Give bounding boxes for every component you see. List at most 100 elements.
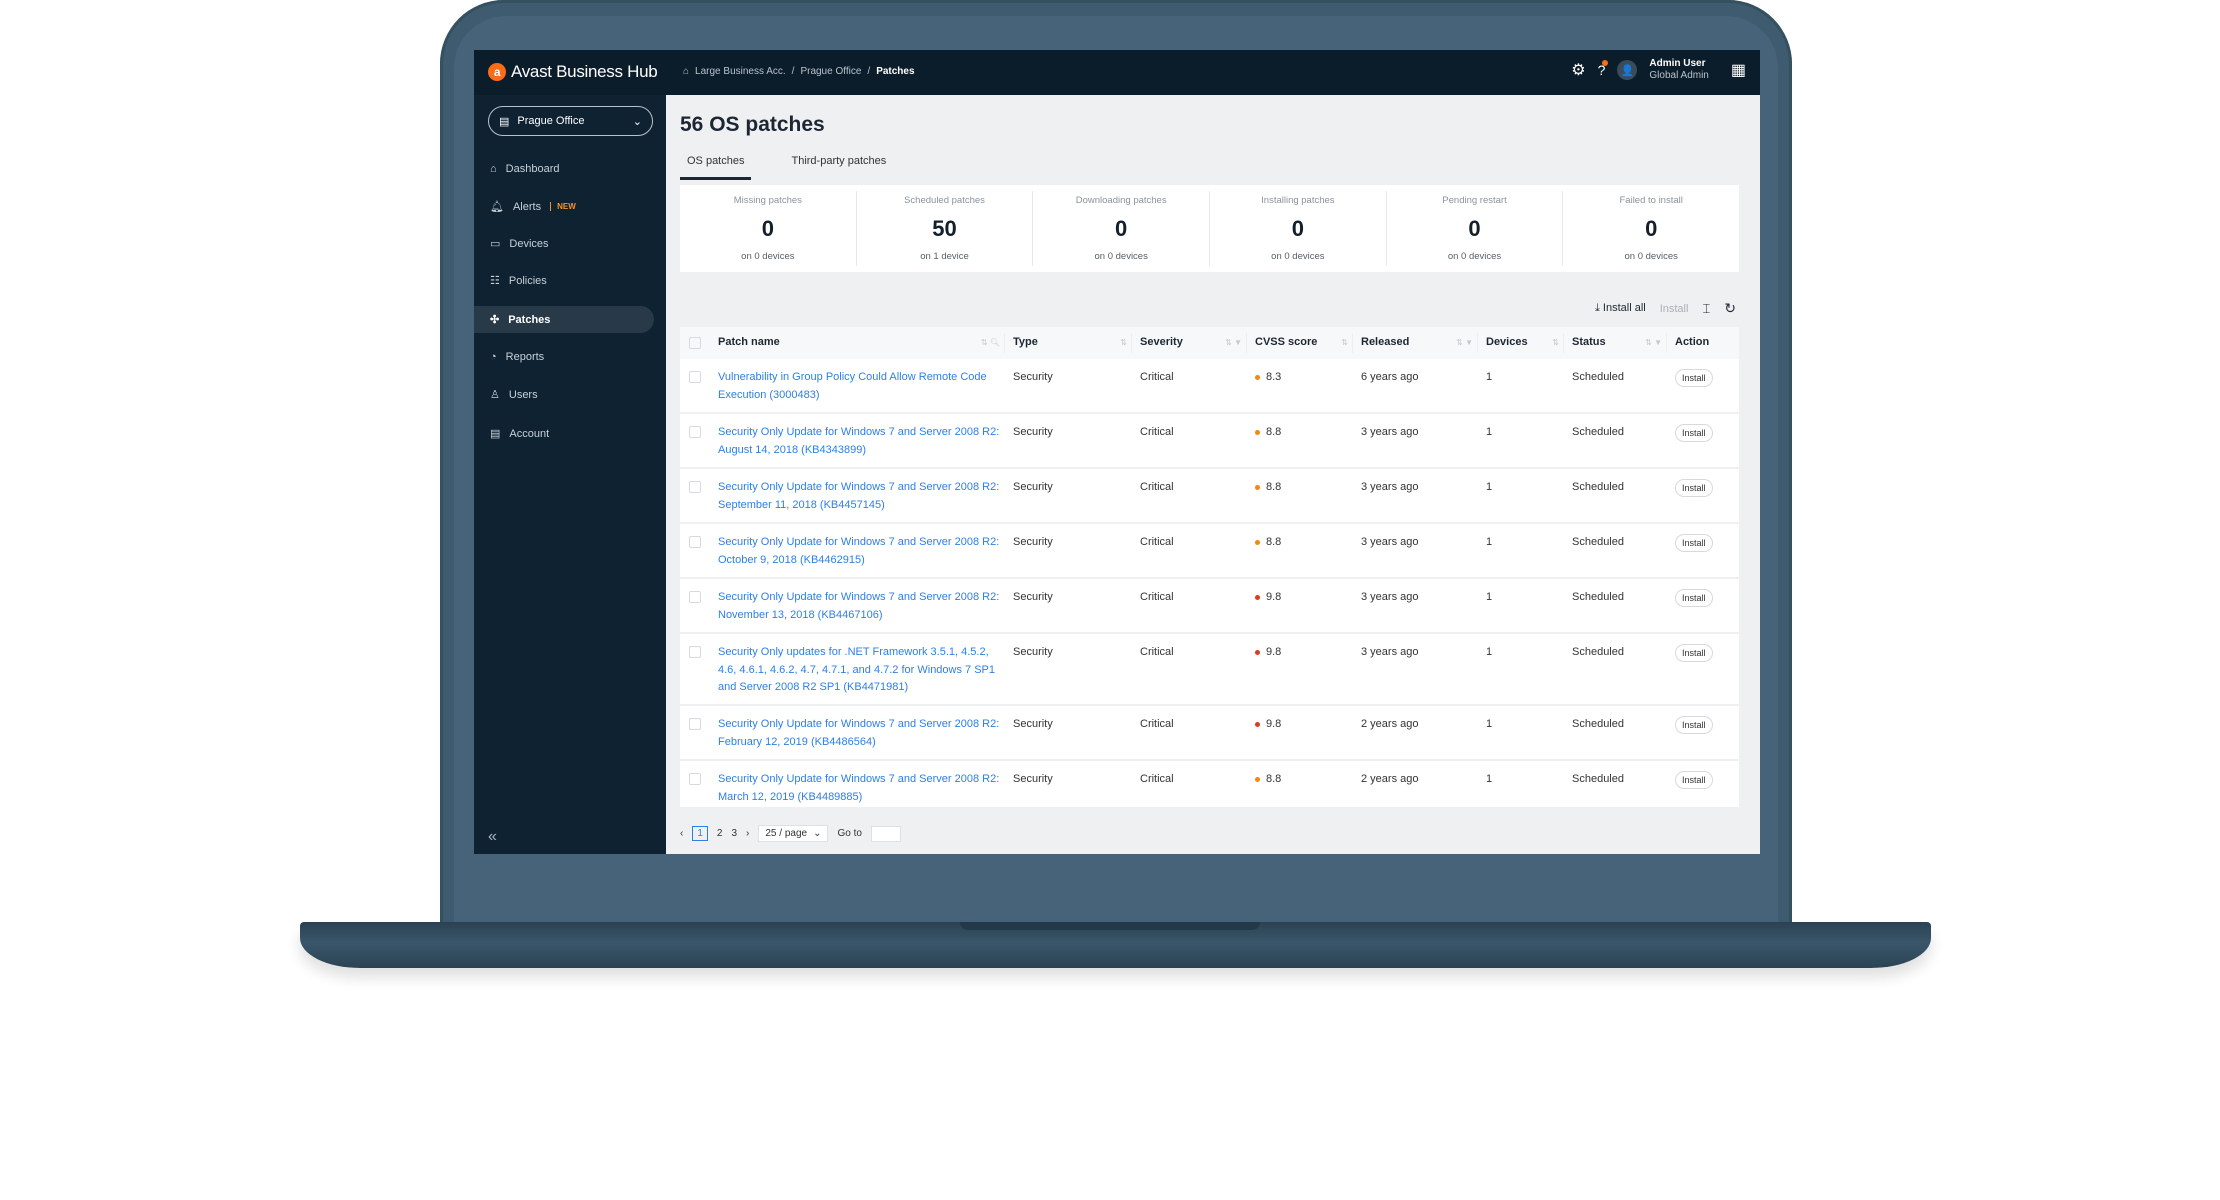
row-checkbox[interactable] bbox=[689, 646, 701, 658]
stat-subtext: on 0 devices bbox=[1624, 251, 1678, 262]
logo[interactable]: a Avast Business Hub bbox=[488, 62, 658, 82]
sidebar-item-dashboard[interactable]: ⌂ Dashboard bbox=[474, 155, 666, 182]
row-checkbox[interactable] bbox=[689, 718, 701, 730]
devices-cell: 1 bbox=[1486, 718, 1493, 730]
page-size-select[interactable]: 25 / page ⌄ bbox=[758, 825, 829, 842]
cvss-dot-icon bbox=[1255, 594, 1260, 600]
sidebar-item-policies[interactable]: ☷ Policies bbox=[474, 267, 666, 294]
row-checkbox[interactable] bbox=[689, 426, 701, 438]
install-button[interactable]: Install bbox=[1675, 534, 1713, 552]
type-cell: Security bbox=[1013, 481, 1053, 493]
switch-building-icon[interactable]: ▦ bbox=[1731, 60, 1746, 80]
column-header-label: Action bbox=[1675, 336, 1710, 349]
help-icon[interactable]: ? bbox=[1598, 60, 1609, 78]
app-name: Avast Business Hub bbox=[511, 62, 658, 81]
select-all-checkbox[interactable] bbox=[689, 337, 701, 349]
sidebar-item-users[interactable]: ♙ Users bbox=[474, 381, 666, 408]
patch-name-link[interactable]: Vulnerability in Group Policy Could Allo… bbox=[718, 369, 1013, 412]
stat-label: Pending restart bbox=[1442, 195, 1507, 206]
sort-filter-icon[interactable]: ⇅ ▼ bbox=[1225, 334, 1242, 352]
gear-icon[interactable]: ⚙ bbox=[1571, 60, 1585, 80]
user-info[interactable]: Admin User Global Admin bbox=[1649, 58, 1708, 82]
column-header[interactable]: Severity ⇅ ▼ bbox=[1140, 333, 1247, 353]
column-header[interactable]: Action bbox=[1675, 333, 1731, 353]
patch-name-link[interactable]: Security Only Update for Windows 7 and S… bbox=[718, 771, 1013, 807]
breadcrumb-location[interactable]: Prague Office bbox=[800, 66, 861, 77]
column-header[interactable]: Released ⇅ ▼ bbox=[1361, 333, 1478, 353]
install-button[interactable]: Install bbox=[1675, 716, 1713, 734]
install-button[interactable]: Install bbox=[1675, 479, 1713, 497]
sort-filter-icon[interactable]: ⇅ ▼ bbox=[1645, 334, 1662, 352]
install-button[interactable]: Install bbox=[1660, 303, 1689, 315]
checkbox-cell bbox=[680, 369, 718, 412]
goto-input[interactable] bbox=[870, 825, 901, 842]
page-3[interactable]: 3 bbox=[731, 828, 737, 839]
sidebar-item-account[interactable]: ▤ Account bbox=[474, 420, 666, 447]
sidebar-item-patches[interactable]: ✣ Patches bbox=[474, 306, 654, 333]
column-header[interactable]: Status ⇅ ▼ bbox=[1572, 333, 1667, 353]
sort-filter-icon[interactable]: ⇅ bbox=[1120, 334, 1127, 352]
column-header[interactable]: Type ⇅ bbox=[1013, 333, 1132, 353]
install-button[interactable]: Install bbox=[1675, 644, 1713, 662]
home-icon[interactable]: ⌂ bbox=[683, 66, 689, 77]
patch-name-link[interactable]: Security Only Update for Windows 7 and S… bbox=[718, 424, 1013, 467]
install-button[interactable]: Install bbox=[1675, 771, 1713, 789]
severity-cell: Critical bbox=[1140, 591, 1174, 603]
sort-filter-icon[interactable]: ⇅ bbox=[1341, 334, 1348, 352]
released-cell: 6 years ago bbox=[1361, 371, 1419, 383]
patch-name-link[interactable]: Security Only updates for .NET Framework… bbox=[718, 644, 1013, 704]
stat-label: Scheduled patches bbox=[904, 195, 985, 206]
row-checkbox[interactable] bbox=[689, 773, 701, 785]
stat-subtext: on 0 devices bbox=[741, 251, 795, 262]
patch-name-link[interactable]: Security Only Update for Windows 7 and S… bbox=[718, 479, 1013, 522]
table-row: Security Only Update for Windows 7 and S… bbox=[680, 414, 1739, 469]
stat-subtext: on 0 devices bbox=[1094, 251, 1148, 262]
row-checkbox[interactable] bbox=[689, 591, 701, 603]
install-button[interactable]: Install bbox=[1675, 589, 1713, 607]
row-checkbox[interactable] bbox=[689, 371, 701, 383]
sort-filter-icon[interactable]: ⇅ bbox=[1552, 334, 1559, 352]
sidebar-item-alerts[interactable]: 🔔︎ Alerts NEW bbox=[474, 193, 666, 220]
prev-page-icon[interactable]: ‹ bbox=[680, 828, 683, 839]
action-cell: Install bbox=[1675, 534, 1739, 577]
sort-filter-icon[interactable]: ⇅ ▼ bbox=[1456, 334, 1473, 352]
sidebar-item-devices[interactable]: ▭ Devices bbox=[474, 230, 666, 257]
collapse-sidebar-icon[interactable]: « bbox=[488, 828, 497, 846]
column-header[interactable]: CVSS score ⇅ bbox=[1255, 333, 1353, 353]
patch-name-link[interactable]: Security Only Update for Windows 7 and S… bbox=[718, 589, 1013, 632]
action-cell: Install bbox=[1675, 424, 1739, 467]
row-checkbox[interactable] bbox=[689, 536, 701, 548]
avatar[interactable]: 👤 bbox=[1617, 60, 1638, 80]
install-all-button[interactable]: ⤓ Install all bbox=[1595, 302, 1646, 315]
patches-table: Patch name ⇅ 🔍︎ Type ⇅ Severity ⇅ ▼ CVSS score… bbox=[680, 327, 1739, 807]
cvss-cell: 8.8 bbox=[1255, 424, 1361, 467]
sort-filter-icon[interactable]: ⇅ 🔍︎ bbox=[981, 334, 1000, 352]
patch-name-link[interactable]: Security Only Update for Windows 7 and S… bbox=[718, 716, 1013, 759]
cvss-score: 8.8 bbox=[1266, 536, 1282, 548]
tab-os-patches[interactable]: OS patches bbox=[680, 155, 752, 180]
sidebar-item-reports[interactable]: ◔ Reports bbox=[474, 343, 666, 370]
stat-label: Failed to install bbox=[1619, 195, 1683, 206]
column-header[interactable]: Patch name ⇅ 🔍︎ bbox=[718, 333, 1005, 353]
install-button[interactable]: Install bbox=[1675, 424, 1713, 442]
action-cell: Install bbox=[1675, 369, 1739, 412]
tab-third-party-patches[interactable]: Third-party patches bbox=[784, 155, 893, 180]
row-height-icon[interactable]: ⌶ bbox=[1702, 301, 1710, 317]
install-button[interactable]: Install bbox=[1675, 369, 1713, 387]
action-cell: Install bbox=[1675, 589, 1739, 632]
refresh-icon[interactable]: ↻ bbox=[1724, 300, 1736, 317]
severity-cell: Critical bbox=[1140, 773, 1174, 785]
avast-logo-icon: a bbox=[488, 63, 506, 81]
column-header-label: Released bbox=[1361, 336, 1410, 349]
column-header[interactable]: Devices ⇅ bbox=[1486, 333, 1564, 353]
breadcrumb-account[interactable]: Large Business Acc. bbox=[695, 66, 786, 77]
monitor-icon: ▭ bbox=[490, 238, 501, 250]
page-2[interactable]: 2 bbox=[717, 828, 723, 839]
row-checkbox[interactable] bbox=[689, 481, 701, 493]
page-1[interactable]: 1 bbox=[692, 826, 708, 841]
next-page-icon[interactable]: › bbox=[746, 828, 749, 839]
select-all-cell bbox=[680, 337, 718, 349]
building-icon: ▤ bbox=[499, 115, 510, 128]
patch-name-link[interactable]: Security Only Update for Windows 7 and S… bbox=[718, 534, 1013, 577]
location-selector[interactable]: ▤ Prague Office ⌄ bbox=[488, 106, 653, 136]
